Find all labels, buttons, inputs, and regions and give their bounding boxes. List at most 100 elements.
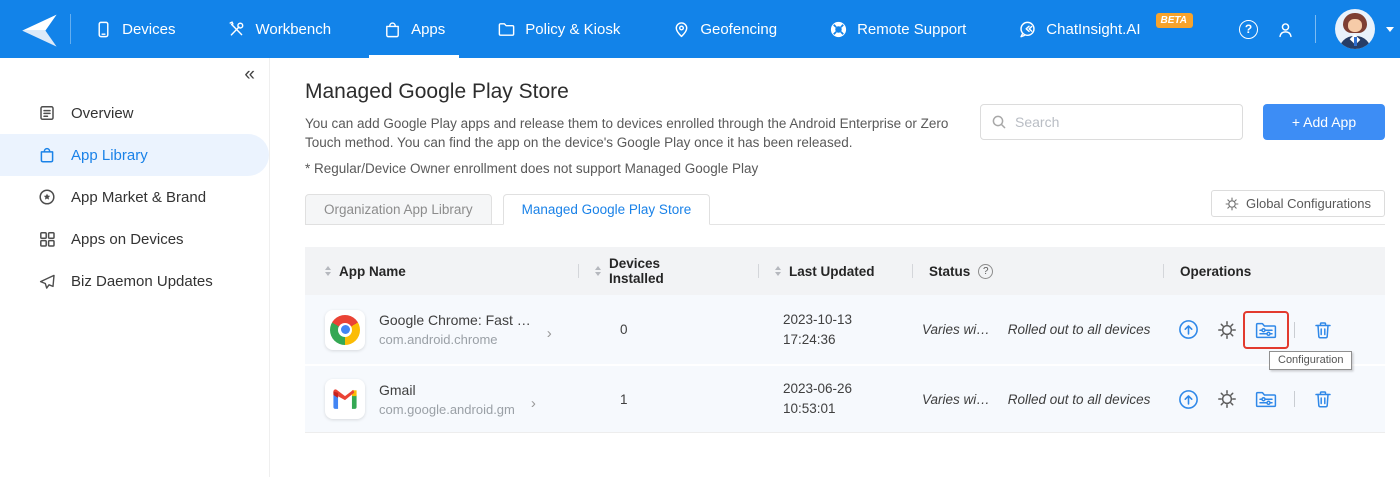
policy-kiosk-icon — [498, 22, 515, 36]
configuration-button[interactable] — [1255, 388, 1277, 410]
updated-time: 17:24:36 — [783, 331, 836, 347]
support-agent-button[interactable] — [1275, 19, 1296, 40]
gmail-app-icon — [325, 379, 365, 419]
help-icon: ? — [1239, 19, 1258, 39]
sidebar-item-app-library[interactable]: App Library — [0, 134, 269, 176]
row-expand-chevron-icon[interactable]: › — [531, 395, 536, 412]
nav-item-label: ChatInsight.AI — [1046, 20, 1141, 38]
delete-app-button[interactable] — [1312, 319, 1334, 341]
operations-cell: Configuration — [1163, 310, 1385, 370]
release-update-button[interactable] — [1177, 319, 1199, 341]
updated-date: 2023-10-13 — [783, 311, 853, 327]
operations-cell — [1163, 388, 1385, 410]
gear-icon — [1218, 390, 1236, 408]
apps-icon — [386, 21, 399, 37]
app-market-icon — [39, 189, 55, 205]
status-help-icon[interactable]: ? — [978, 263, 994, 279]
nav-item-remote-support[interactable]: Remote Support — [823, 0, 972, 58]
nav-item-label: Geofencing — [700, 20, 778, 38]
configuration-tooltip: Configuration — [1269, 350, 1353, 370]
column-label: Operations — [1180, 263, 1252, 279]
column-header-status: Status ? — [912, 247, 1163, 295]
operations-divider — [1294, 391, 1295, 407]
trash-icon — [1315, 391, 1331, 408]
nav-divider — [1315, 15, 1316, 43]
sidebar-item-label: App Library — [71, 146, 148, 164]
delete-app-button[interactable] — [1312, 388, 1334, 410]
help-button[interactable]: ? — [1239, 19, 1258, 39]
nav-items: Devices Workbench Apps Policy & Kiosk Ge… — [88, 0, 1239, 58]
search-input[interactable] — [1015, 114, 1232, 130]
nav-item-label: Apps — [411, 20, 446, 38]
gear-icon — [1225, 197, 1239, 210]
gear-icon — [1218, 320, 1236, 339]
search-row: + Add App — [980, 104, 1385, 140]
global-configurations-label: Global Configurations — [1245, 196, 1371, 211]
app-name: Gmail — [379, 381, 416, 398]
table-row-gmail: Gmail com.google.android.gm › 1 2023-06-… — [305, 364, 1385, 433]
sidebar-item-label: Apps on Devices — [71, 230, 184, 248]
page-title: Managed Google Play Store — [305, 80, 569, 103]
configuration-button[interactable]: Configuration — [1243, 310, 1353, 370]
page-description: You can add Google Play apps and release… — [305, 116, 949, 150]
sidebar-menu: Overview App Library App Market & Brand — [0, 92, 269, 302]
sidebar-item-label: App Market & Brand — [71, 188, 207, 206]
main-content: Managed Google Play Store You can add Go… — [270, 58, 1400, 477]
sort-icon[interactable] — [325, 266, 331, 276]
nav-item-label: Remote Support — [857, 20, 967, 38]
account-chevron-down-icon[interactable] — [1386, 26, 1394, 32]
sidebar-item-overview[interactable]: Overview — [0, 92, 269, 134]
add-app-button[interactable]: + Add App — [1263, 104, 1385, 140]
trash-icon — [1315, 321, 1331, 338]
user-avatar[interactable] — [1335, 9, 1375, 49]
sidebar-item-biz-daemon-updates[interactable]: Biz Daemon Updates — [0, 260, 269, 302]
tab-managed-google-play-store[interactable]: Managed Google Play Store — [502, 194, 711, 225]
tab-organization-app-library[interactable]: Organization App Library — [305, 194, 492, 225]
devices-icon — [98, 21, 109, 37]
table-row-chrome: Google Chrome: Fast … com.android.chrome… — [305, 295, 1385, 370]
column-label: Status — [929, 263, 971, 279]
sidebar-collapse-icon[interactable]: « — [244, 65, 255, 84]
nav-item-policy-kiosk[interactable]: Policy & Kiosk — [491, 0, 626, 58]
top-navigation-bar: Devices Workbench Apps Policy & Kiosk Ge… — [0, 0, 1400, 58]
nav-item-geofencing[interactable]: Geofencing — [666, 0, 783, 58]
nav-item-apps[interactable]: Apps — [369, 0, 460, 58]
nav-item-chatinsight[interactable]: ChatInsight.AI BETA — [1012, 0, 1199, 58]
nav-item-label: Workbench — [255, 20, 332, 38]
global-configurations-button[interactable]: Global Configurations — [1210, 190, 1385, 217]
status-version: Varies wi… — [922, 322, 990, 337]
column-label: Devices Installed — [609, 256, 664, 286]
devices-installed-cell: 0 — [620, 322, 628, 337]
table-header-row: App Name Devices Installed Last Updated … — [305, 247, 1385, 295]
status-rollout: Rolled out to all devices — [1007, 391, 1151, 407]
sidebar-item-label: Overview — [71, 104, 134, 122]
nav-item-workbench[interactable]: Workbench — [221, 0, 337, 58]
nav-item-label: Devices — [122, 20, 176, 38]
sort-icon[interactable] — [595, 266, 601, 276]
app-settings-button[interactable] — [1216, 388, 1238, 410]
release-update-button[interactable] — [1177, 388, 1199, 410]
support-agent-icon — [1279, 22, 1292, 37]
biz-daemon-icon — [39, 274, 55, 289]
nav-item-label: Policy & Kiosk — [525, 20, 621, 38]
column-header-operations: Operations — [1163, 247, 1385, 295]
chrome-app-icon — [325, 309, 365, 350]
row-expand-chevron-icon[interactable]: › — [547, 325, 552, 342]
search-box[interactable] — [980, 104, 1243, 140]
sort-icon[interactable] — [775, 266, 781, 276]
circle-arrow-up-icon — [1178, 389, 1198, 409]
chatinsight-icon — [1020, 21, 1035, 37]
status-version: Varies wi… — [922, 391, 990, 407]
app-cell: Google Chrome: Fast … com.android.chrome… — [305, 309, 578, 350]
devices-installed-cell: 1 — [620, 391, 628, 407]
app-package: com.android.chrome — [379, 332, 498, 347]
status-rollout: Rolled out to all devices — [1007, 322, 1151, 337]
column-header-app-name: App Name — [305, 247, 578, 295]
app-name: Google Chrome: Fast … — [379, 312, 531, 328]
nav-item-devices[interactable]: Devices — [88, 0, 181, 58]
sidebar-item-app-market-brand[interactable]: App Market & Brand — [0, 176, 269, 218]
sidebar-item-apps-on-devices[interactable]: Apps on Devices — [0, 218, 269, 260]
app-settings-button[interactable] — [1216, 319, 1238, 341]
brand-logo[interactable] — [18, 9, 60, 49]
beta-badge: BETA — [1155, 12, 1193, 28]
